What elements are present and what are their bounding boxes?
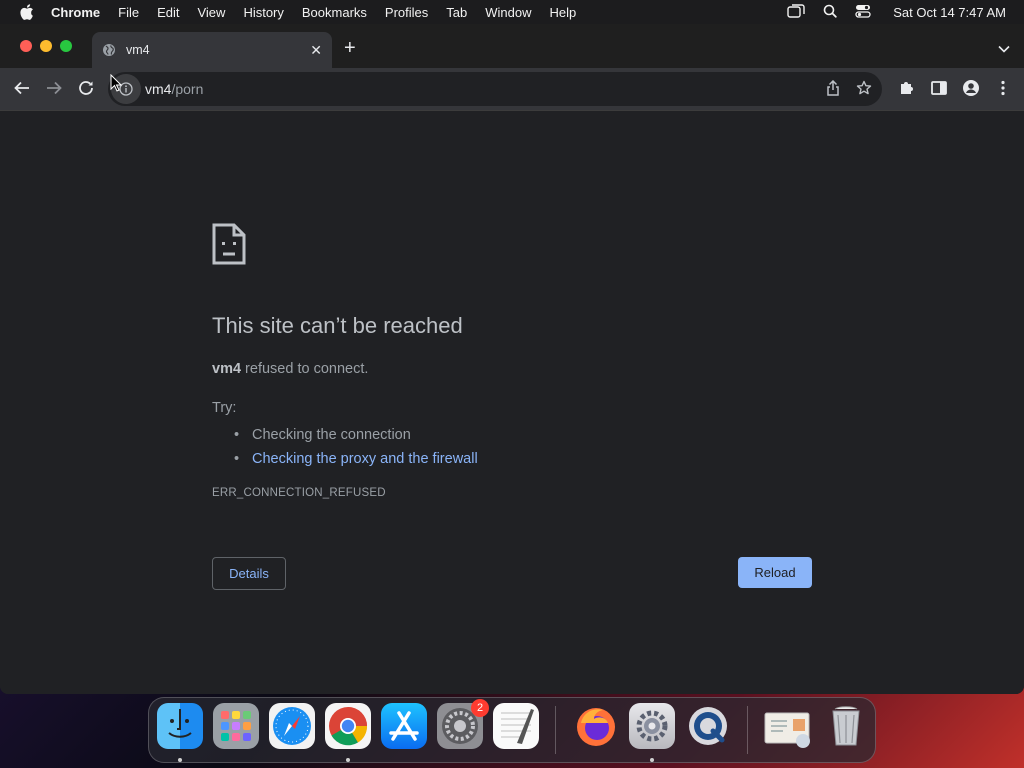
suggestion-check-connection: Checking the connection (234, 423, 478, 447)
finder-icon[interactable] (157, 703, 203, 749)
menu-profiles[interactable]: Profiles (376, 5, 437, 20)
try-label: Try: (212, 400, 237, 416)
trash-icon[interactable] (823, 703, 869, 749)
notification-badge: 2 (471, 699, 489, 717)
error-title: This site can’t be reached (212, 313, 463, 338)
suggestion-list: Checking the connection Checking the pro… (234, 423, 478, 471)
dock-separator-2 (747, 706, 748, 754)
safari-icon[interactable] (269, 703, 315, 749)
url-path: /porn (171, 81, 204, 97)
error-host: vm4 (212, 361, 242, 377)
control-center-icon[interactable] (855, 4, 871, 21)
menu-history[interactable]: History (234, 5, 292, 20)
browser-toolbar: vm4/porn (0, 68, 1024, 110)
menu-bar-clock[interactable]: Sat Oct 14 7:47 AM (893, 5, 1006, 20)
tab-title: vm4 (126, 43, 150, 57)
error-code: ERR_CONNECTION_REFUSED (212, 487, 386, 499)
new-tab-button[interactable]: + (344, 38, 356, 58)
error-page: This site can’t be reached vm4 refused t… (0, 110, 1024, 694)
close-window-button[interactable] (20, 40, 32, 52)
sad-page-icon (212, 223, 246, 270)
dock-separator (555, 706, 556, 754)
window-controls (20, 40, 72, 52)
menu-window[interactable]: Window (476, 5, 540, 20)
close-tab-icon[interactable]: ✕ (310, 42, 322, 59)
globe-icon (102, 43, 116, 57)
url-host: vm4 (145, 81, 172, 97)
tab-strip: vm4 ✕ + (0, 24, 1024, 68)
minimize-window-button[interactable] (40, 40, 52, 52)
fullscreen-window-button[interactable] (60, 40, 72, 52)
documents-folder-icon[interactable] (763, 703, 810, 749)
app-store-icon[interactable] (381, 703, 427, 749)
chrome-menu-kebab-icon[interactable] (994, 79, 1012, 102)
apple-menu-icon[interactable] (12, 4, 42, 20)
address-bar[interactable]: vm4/porn (108, 72, 882, 106)
menu-file[interactable]: File (109, 5, 148, 20)
menu-view[interactable]: View (188, 5, 234, 20)
menu-tab[interactable]: Tab (437, 5, 476, 20)
menu-app-chrome[interactable]: Chrome (42, 5, 109, 20)
bookmark-star-icon[interactable] (856, 80, 872, 101)
menu-edit[interactable]: Edit (148, 5, 188, 20)
menu-bookmarks[interactable]: Bookmarks (293, 5, 376, 20)
suggestion-check-proxy-firewall-link[interactable]: Checking the proxy and the firewall (234, 447, 478, 471)
chrome-icon[interactable] (325, 703, 371, 749)
system-settings-icon[interactable] (629, 703, 675, 749)
firefox-icon[interactable] (573, 703, 619, 749)
url-text: vm4/porn (145, 81, 203, 97)
error-description: vm4 refused to connect. (212, 361, 368, 377)
reload-icon[interactable] (77, 79, 95, 97)
macos-menu-bar: Chrome File Edit View History Bookmarks … (0, 0, 1024, 24)
side-panel-icon[interactable] (930, 79, 948, 102)
finder-running-indicator (178, 758, 182, 762)
spotlight-search-icon[interactable] (823, 4, 837, 21)
share-icon[interactable] (826, 79, 840, 101)
back-arrow-icon[interactable] (13, 79, 31, 97)
textedit-icon[interactable] (493, 703, 539, 749)
menu-help[interactable]: Help (541, 5, 586, 20)
tab-vm4[interactable]: vm4 ✕ (92, 32, 332, 68)
mouse-cursor-icon (110, 73, 123, 97)
reload-button[interactable]: Reload (738, 557, 812, 588)
profile-avatar-icon[interactable] (962, 79, 980, 102)
extensions-puzzle-icon[interactable] (898, 79, 916, 102)
system-preferences-icon[interactable]: 2 (437, 699, 489, 749)
launchpad-icon[interactable] (213, 703, 259, 749)
macos-dock: 2 (148, 697, 876, 763)
tab-search-chevron-icon[interactable] (998, 40, 1010, 58)
details-button[interactable]: Details (212, 557, 286, 590)
chrome-window: vm4 ✕ + vm4/porn This site can’t be reac… (0, 24, 1024, 694)
system-settings-running-indicator (650, 758, 654, 762)
screen-mirroring-icon[interactable] (787, 3, 805, 21)
forward-arrow-icon[interactable] (45, 79, 63, 97)
error-description-text: refused to connect. (241, 361, 369, 377)
quicktime-player-icon[interactable] (685, 703, 731, 749)
chrome-running-indicator (346, 758, 350, 762)
